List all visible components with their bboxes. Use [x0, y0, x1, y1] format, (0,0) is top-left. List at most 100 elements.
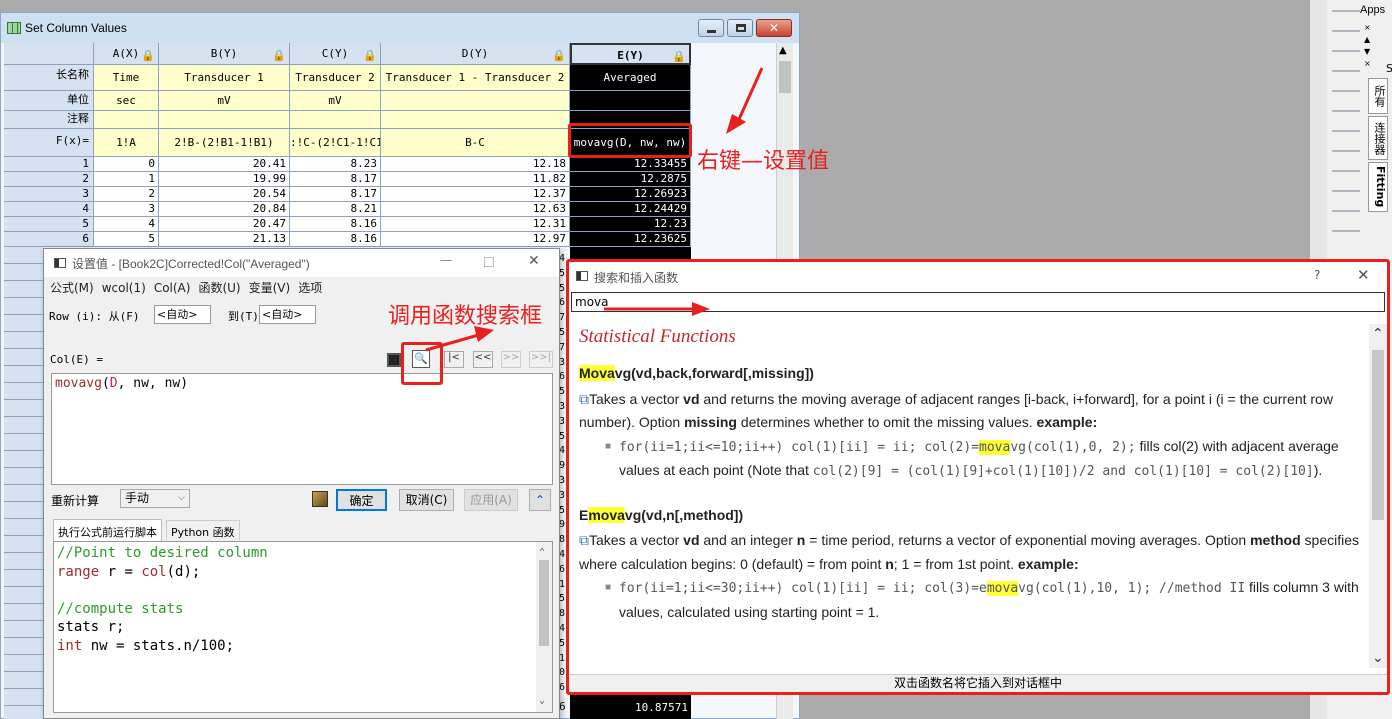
cell-comment-2[interactable]	[290, 111, 381, 129]
cell-long_name-2[interactable]: Transducer 2	[290, 65, 381, 91]
row-header[interactable]: 1	[4, 157, 94, 172]
row-header[interactable]: 3	[4, 187, 94, 202]
row-label-unit[interactable]: 单位	[4, 91, 94, 111]
scroll-thumb[interactable]	[1372, 350, 1384, 520]
dialog-minimize[interactable]: —	[440, 253, 452, 267]
func-movavg-title[interactable]: Movavg(vd,back,forward[,missing])	[579, 362, 1361, 386]
row-label-comment[interactable]: 注释	[4, 111, 94, 129]
menu-variable[interactable]: 变量(V)	[249, 281, 291, 295]
cancel-button[interactable]: 取消(C)	[399, 489, 454, 511]
column-header-b[interactable]: B(Y) 🔒	[159, 43, 290, 65]
table-cell[interactable]: 12.2875	[570, 172, 691, 187]
table-cell[interactable]: 1	[94, 172, 159, 187]
cell-long_name-3[interactable]: Transducer 1 - Transducer 2	[381, 65, 570, 91]
table-cell[interactable]: 5	[94, 232, 159, 247]
settings-icon[interactable]	[312, 491, 328, 507]
column-header-a[interactable]: A(X) 🔒	[94, 43, 159, 65]
cell-long_name-1[interactable]: Transducer 1	[159, 65, 290, 91]
column-header-c[interactable]: C(Y) 🔒	[290, 43, 381, 65]
help-button[interactable]: ?	[1314, 268, 1320, 282]
column-header-e[interactable]: E(Y) 🔒	[570, 43, 691, 65]
cell-long_name-0[interactable]: Time	[94, 65, 159, 91]
table-cell[interactable]: 0	[94, 157, 159, 172]
cell-unit-0[interactable]: sec	[94, 91, 159, 111]
menu-wcol[interactable]: wcol(1)	[102, 281, 146, 295]
table-cell[interactable]: 8.16	[290, 232, 381, 247]
formula-editor[interactable]: movavg(D, nw, nw)	[51, 373, 553, 485]
tab-fitting[interactable]: Fitting	[1368, 162, 1388, 212]
cell-formula-1[interactable]: 2!B-(2!B1-1!B1)	[159, 129, 290, 157]
tab-python[interactable]: Python 函数	[166, 520, 240, 540]
maximize-button[interactable]	[727, 19, 753, 37]
dialog-close[interactable]: ✕	[528, 253, 540, 269]
menu-options[interactable]: 选项	[298, 281, 322, 295]
table-cell[interactable]: 20.41	[159, 157, 290, 172]
cell-unit-1[interactable]: mV	[159, 91, 290, 111]
cell-formula-3[interactable]: B-C	[381, 129, 570, 157]
cell-formula-2[interactable]: :!C-(2!C1-1!C1)	[290, 129, 381, 157]
cell-formula-0[interactable]: 1!A	[94, 129, 159, 157]
scroll-thumb[interactable]	[779, 61, 791, 93]
table-cell[interactable]: 21.13	[159, 232, 290, 247]
column-header-d[interactable]: D(Y) 🔒	[381, 43, 570, 65]
collapse-button[interactable]: ⌃	[529, 489, 551, 511]
cell-unit-2[interactable]: mV	[290, 91, 381, 111]
row-header[interactable]: 5	[4, 217, 94, 232]
func-emovavg-title[interactable]: Emovavg(vd,n[,method])	[579, 504, 1361, 528]
scroll-up-arrow[interactable]: ▲	[779, 45, 787, 56]
row-label-formula[interactable]: F(x)=	[4, 129, 94, 157]
table-cell[interactable]: 8.17	[290, 187, 381, 202]
table-cell[interactable]: 12.63	[381, 202, 570, 217]
cell-unit-4[interactable]	[570, 91, 691, 111]
table-cell[interactable]: 12.24429	[570, 202, 691, 217]
cell-comment-0[interactable]	[94, 111, 159, 129]
table-cell[interactable]: 8.17	[290, 172, 381, 187]
apps-arrows[interactable]: × ▲ ▼ ×	[1364, 22, 1371, 70]
menu-col[interactable]: Col(A)	[154, 281, 191, 295]
table-cell[interactable]: 11.82	[381, 172, 570, 187]
results-scrollbar[interactable]: ⌃ ⌄	[1369, 324, 1387, 668]
menu-formula[interactable]: 公式(M)	[50, 281, 94, 295]
to-input[interactable]: <自动>	[259, 305, 316, 324]
table-cell[interactable]: 4	[94, 217, 159, 232]
cell-long_name-4[interactable]: Averaged	[570, 65, 691, 91]
table-cell[interactable]: 3	[94, 202, 159, 217]
nav-last-button[interactable]: >>|	[529, 351, 553, 368]
search-close-button[interactable]: ✕	[1357, 266, 1370, 284]
dialog-maximize[interactable]	[484, 257, 494, 267]
table-cell[interactable]: 12.23625	[570, 232, 691, 247]
table-cell[interactable]: 20.84	[159, 202, 290, 217]
menu-function[interactable]: 函数(U)	[198, 281, 240, 295]
table-cell[interactable]: 8.21	[290, 202, 381, 217]
cell-comment-3[interactable]	[381, 111, 570, 129]
script-editor[interactable]: //Point to desired column range r = col(…	[53, 541, 553, 713]
table-cell[interactable]: 20.47	[159, 217, 290, 232]
scroll-down-arrow[interactable]: ⌄	[1372, 650, 1384, 666]
script-scrollbar[interactable]: ⌃ ⌄	[536, 542, 552, 712]
table-cell[interactable]: 8.23	[290, 157, 381, 172]
tab-before-script[interactable]: 执行公式前运行脚本	[53, 519, 162, 541]
table-cell[interactable]: 12.26923	[570, 187, 691, 202]
table-cell[interactable]: 12.23	[570, 217, 691, 232]
table-cell[interactable]: 12.18	[381, 157, 570, 172]
cell-comment-1[interactable]	[159, 111, 290, 129]
minimize-button[interactable]	[698, 19, 724, 37]
apps-label[interactable]: Apps	[1360, 4, 1385, 16]
row-label-long-name[interactable]: 长名称	[4, 65, 94, 91]
table-cell[interactable]: 12.37	[381, 187, 570, 202]
row-header[interactable]: 6	[4, 232, 94, 247]
close-button[interactable]: ✕	[756, 19, 792, 37]
table-cell[interactable]: 2	[94, 187, 159, 202]
scroll-up-arrow[interactable]: ⌃	[1372, 326, 1384, 342]
ok-button[interactable]: 确定	[336, 489, 387, 511]
table-cell[interactable]: 12.31	[381, 217, 570, 232]
save-icon[interactable]	[387, 353, 401, 367]
tab-all[interactable]: 所有	[1368, 78, 1388, 114]
table-cell[interactable]: 19.99	[159, 172, 290, 187]
table-cell[interactable]: 20.54	[159, 187, 290, 202]
nav-next-button[interactable]: >>	[501, 351, 521, 368]
table-cell[interactable]: 8.16	[290, 217, 381, 232]
apply-button[interactable]: 应用(A)	[464, 489, 518, 511]
from-input[interactable]: <自动>	[154, 305, 211, 324]
recalc-select[interactable]: 手动 ⌵	[120, 489, 190, 508]
